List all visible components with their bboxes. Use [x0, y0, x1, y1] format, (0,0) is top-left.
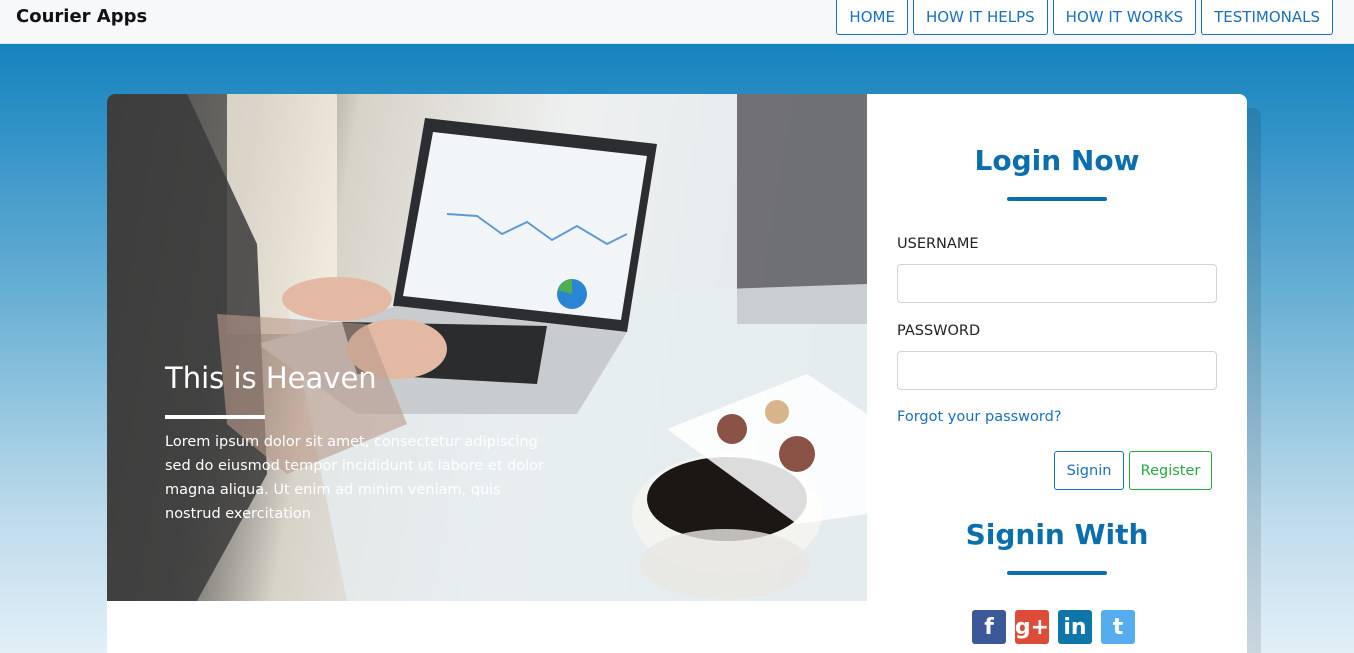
- login-card: This is Heaven Lorem ipsum dolor sit ame…: [107, 94, 1247, 653]
- signin-with-underline: [1007, 571, 1107, 575]
- twitter-icon[interactable]: t: [1101, 610, 1135, 644]
- hero-text: Lorem ipsum dolor sit amet, consectetur …: [165, 434, 544, 522]
- google-plus-icon[interactable]: g+: [1015, 610, 1049, 644]
- nav-home-button[interactable]: HOME: [836, 0, 908, 35]
- nav-how-it-works-button[interactable]: HOW IT WORKS: [1052, 0, 1197, 35]
- navbar: Courier Apps HOME HOW IT HELPS HOW IT WO…: [0, 0, 1354, 44]
- username-input[interactable]: [897, 264, 1217, 303]
- register-button[interactable]: Register: [1129, 451, 1212, 490]
- login-title: Login Now: [974, 144, 1140, 177]
- login-title-underline: [1007, 197, 1107, 201]
- password-label: PASSWORD: [897, 323, 981, 339]
- brand-logo[interactable]: Courier Apps: [16, 6, 147, 27]
- social-buttons: f g+ in t: [972, 610, 1135, 644]
- username-label: USERNAME: [897, 236, 979, 252]
- facebook-icon[interactable]: f: [972, 610, 1006, 644]
- hero-title: This is Heaven: [165, 361, 377, 395]
- nav-links: HOME HOW IT HELPS HOW IT WORKS TESTIMONA…: [836, 0, 1333, 35]
- signin-button[interactable]: Signin: [1054, 451, 1124, 490]
- linkedin-icon[interactable]: in: [1058, 610, 1092, 644]
- nav-how-it-helps-button[interactable]: HOW IT HELPS: [912, 0, 1048, 35]
- hero-title-underline: [165, 415, 265, 419]
- hero-photo: This is Heaven Lorem ipsum dolor sit ame…: [107, 94, 867, 601]
- forgot-password-link[interactable]: Forgot your password?: [897, 409, 1062, 425]
- nav-testimonals-button[interactable]: TESTIMONALS: [1201, 0, 1333, 35]
- password-input[interactable]: [897, 351, 1217, 390]
- login-panel: Login Now USERNAME PASSWORD Forgot your …: [867, 94, 1247, 653]
- signin-with-title: Signin With: [965, 518, 1149, 551]
